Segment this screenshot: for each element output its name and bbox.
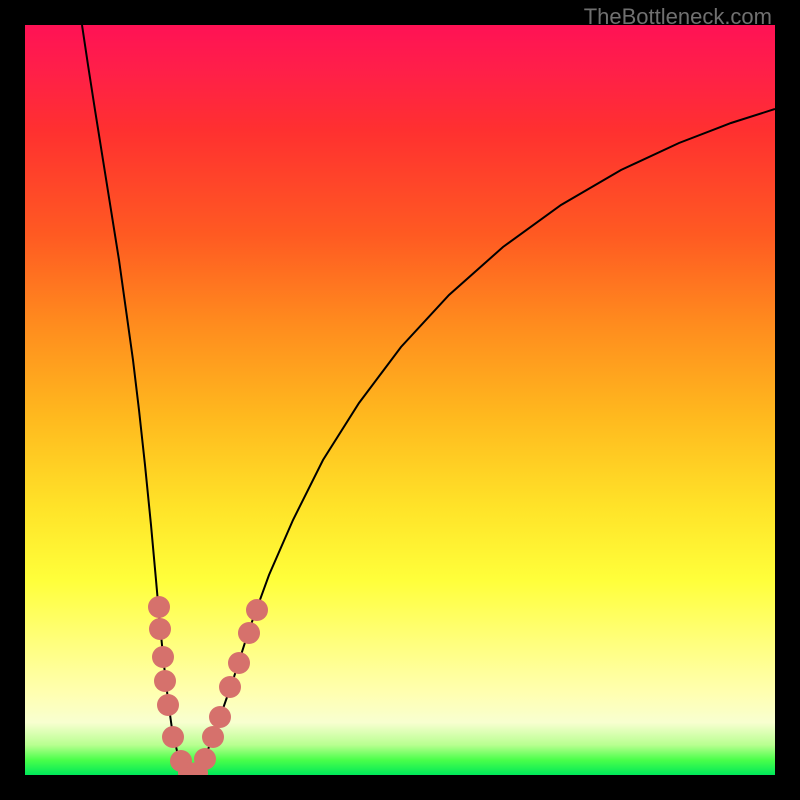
sample-dot xyxy=(202,726,224,748)
attribution-label: TheBottleneck.com xyxy=(584,4,772,30)
sample-dot xyxy=(162,726,184,748)
sample-dot xyxy=(228,652,250,674)
sample-dot xyxy=(154,670,176,692)
sample-dot xyxy=(149,618,171,640)
sample-dot xyxy=(209,706,231,728)
sample-dot xyxy=(246,599,268,621)
sample-dot xyxy=(152,646,174,668)
sample-dot xyxy=(238,622,260,644)
plot-overlay xyxy=(25,25,775,775)
right-curve xyxy=(195,109,775,773)
sample-dot xyxy=(148,596,170,618)
chart-frame: TheBottleneck.com xyxy=(0,0,800,800)
sample-dot xyxy=(194,748,216,770)
sample-dot xyxy=(219,676,241,698)
plot-area xyxy=(25,25,775,775)
sample-dot xyxy=(157,694,179,716)
